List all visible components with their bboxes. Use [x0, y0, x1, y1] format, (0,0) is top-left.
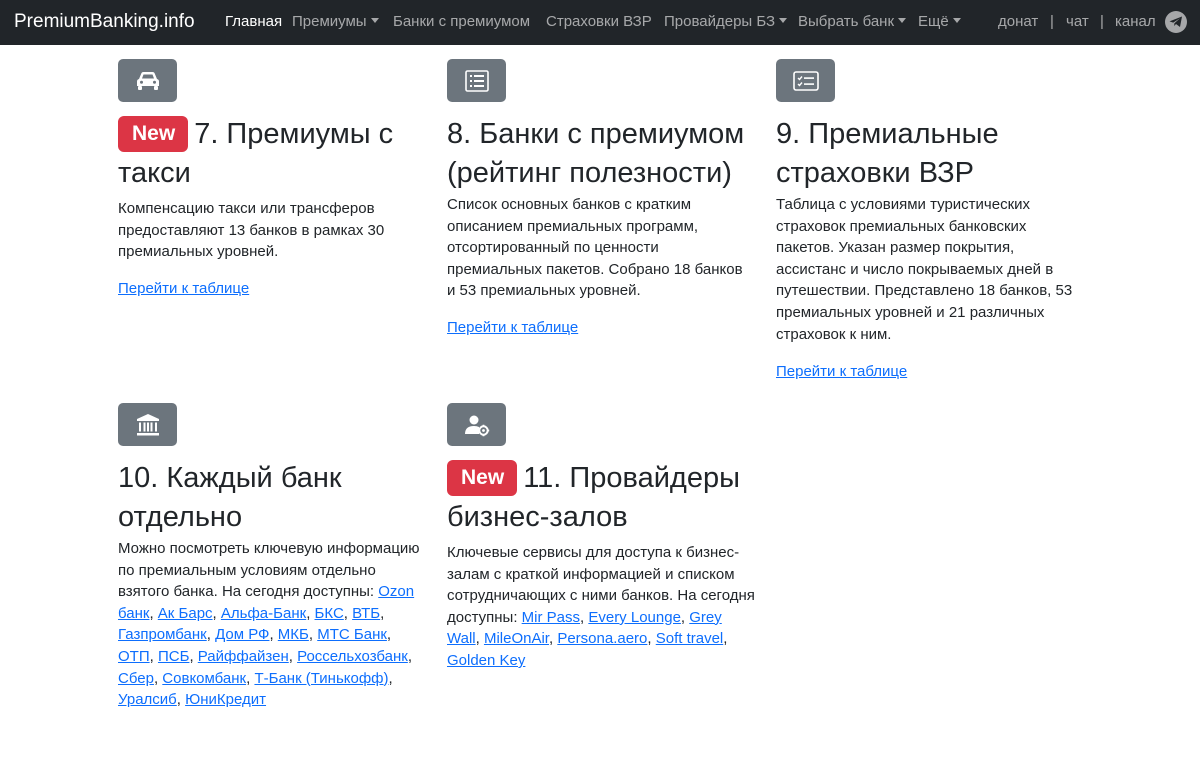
card-title: 9. Премиальные страховки ВЗР: [776, 118, 999, 189]
nav-lounge-providers-label: Провайдеры БЗ: [664, 13, 776, 30]
provider-link[interactable]: MileOnAir: [484, 630, 549, 647]
card-checklist-icon: [776, 59, 835, 102]
top-navbar: PremiumBanking.info Главная Премиумы Бан…: [0, 0, 1200, 45]
provider-link[interactable]: Every Lounge: [588, 609, 681, 626]
nav-lounge-providers-dropdown[interactable]: Провайдеры БЗ: [664, 12, 788, 32]
nav-choose-bank-label: Выбрать банк: [798, 13, 895, 30]
nav-home[interactable]: Главная: [225, 12, 282, 32]
go-to-table-link[interactable]: Перейти к таблице: [118, 278, 249, 299]
bank-link[interactable]: ВТБ: [352, 605, 380, 622]
bank-link[interactable]: Т-Банк (Тинькофф): [254, 670, 388, 687]
card-description: Можно посмотреть ключевую информацию по …: [118, 538, 426, 711]
nav-separator: |: [1050, 13, 1054, 30]
bank-link[interactable]: МКБ: [278, 626, 309, 643]
nav-more-dropdown[interactable]: Ещё: [918, 12, 961, 32]
bank-link[interactable]: Совкомбанк: [162, 670, 246, 687]
go-to-table-link[interactable]: Перейти к таблице: [447, 317, 578, 338]
bank-link[interactable]: Ак Барс: [158, 605, 213, 622]
nav-separator: |: [1100, 13, 1104, 30]
bank-link[interactable]: БКС: [315, 605, 344, 622]
card-title: New 11. Провайдеры бизнес-залов: [447, 459, 757, 537]
go-to-table-link[interactable]: Перейти к таблице: [776, 361, 907, 382]
nav-donate-link[interactable]: донат: [998, 12, 1038, 32]
bank-link[interactable]: ЮниКредит: [185, 691, 266, 708]
bank-building-icon: [118, 403, 177, 446]
nav-channel-link[interactable]: канал: [1115, 12, 1156, 32]
chevron-down-icon: [898, 18, 907, 23]
bank-link[interactable]: Альфа-Банк: [221, 605, 306, 622]
bank-link[interactable]: Райффайзен: [198, 648, 289, 665]
card-title: 10. Каждый банк отдельно: [118, 462, 342, 533]
bank-link[interactable]: МТС Банк: [317, 626, 387, 643]
card-description: Список основных банков с кратким описани…: [447, 196, 743, 300]
nav-choose-bank-dropdown[interactable]: Выбрать банк: [798, 12, 907, 32]
provider-link[interactable]: Golden Key: [447, 652, 525, 669]
nav-chat-link[interactable]: чат: [1066, 12, 1089, 32]
nav-more-label: Ещё: [918, 13, 949, 30]
chevron-down-icon: [370, 18, 379, 23]
telegram-icon[interactable]: [1165, 11, 1187, 33]
nav-travel-insurance[interactable]: Страховки ВЗР: [546, 12, 652, 32]
brand-link[interactable]: PremiumBanking.info: [14, 10, 195, 34]
card-description: Компенсацию такси или трансферов предост…: [118, 200, 385, 261]
new-badge: New: [118, 116, 189, 152]
card-title: New 7. Премиумы с такси: [118, 115, 418, 193]
car-icon: [118, 59, 177, 102]
nav-premiums-dropdown[interactable]: Премиумы: [292, 12, 379, 32]
chevron-down-icon: [952, 18, 961, 23]
card-description: Ключевые сервисы для доступа к бизнес-за…: [447, 542, 757, 672]
card-description: Таблица с условиями туристических страхо…: [776, 196, 1073, 343]
provider-link[interactable]: Soft travel: [656, 630, 724, 647]
nav-banks-with-premium[interactable]: Банки с премиумом: [393, 12, 530, 32]
bank-link[interactable]: ПСБ: [158, 648, 189, 665]
provider-link[interactable]: Mir Pass: [522, 609, 580, 626]
bank-link[interactable]: Газпромбанк: [118, 626, 207, 643]
bank-link[interactable]: ОТП: [118, 648, 150, 665]
new-badge: New: [447, 460, 518, 496]
nav-premiums-label: Премиумы: [292, 13, 367, 30]
bank-link[interactable]: Россельхозбанк: [297, 648, 408, 665]
list-icon: [447, 59, 506, 102]
person-gear-icon: [447, 403, 506, 446]
card-description-text: Можно посмотреть ключевую информацию по …: [118, 540, 420, 601]
card-title: 8. Банки с премиумом (рейтинг полезности…: [447, 118, 745, 189]
bank-links-list: Ozon банк, Ак Барс, Альфа-Банк, БКС, ВТБ…: [118, 583, 415, 709]
bank-link[interactable]: Уралсиб: [118, 691, 177, 708]
bank-link[interactable]: Сбер: [118, 670, 154, 687]
provider-link[interactable]: Persona.aero: [557, 630, 647, 647]
chevron-down-icon: [779, 18, 788, 23]
bank-link[interactable]: Дом РФ: [215, 626, 269, 643]
